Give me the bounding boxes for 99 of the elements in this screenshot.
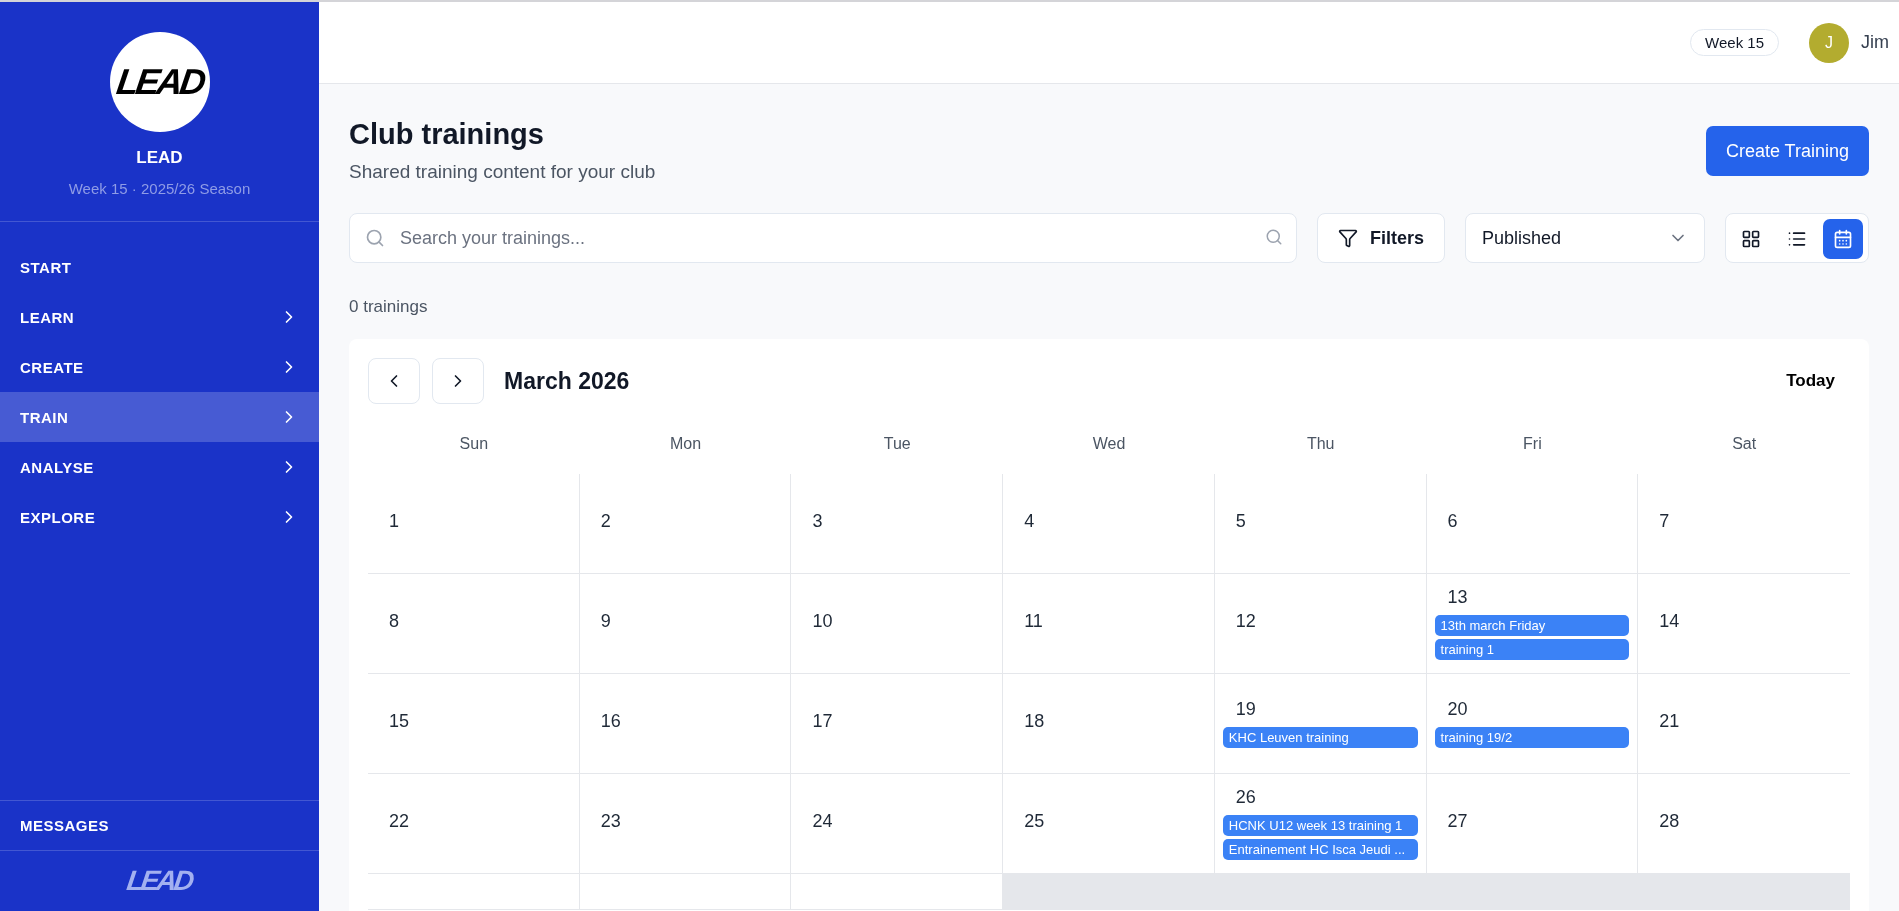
weekday-label: Thu	[1305, 434, 1336, 454]
day-number: 25	[1023, 811, 1046, 832]
calendar-cell[interactable]	[791, 874, 1004, 910]
month-title: March 2026	[504, 367, 631, 395]
calendar-cell[interactable]: 20 training 19/2	[1426, 674, 1639, 774]
day-number: 17	[811, 711, 834, 732]
list-icon	[1787, 229, 1807, 249]
day-number: 28	[1658, 811, 1681, 832]
calendar-cell[interactable]	[1638, 874, 1850, 910]
day-number: 5	[1234, 511, 1247, 532]
calendar-cell[interactable]	[368, 874, 580, 910]
today-button[interactable]: Today	[1771, 371, 1850, 391]
grid-icon	[1741, 229, 1761, 249]
nav-item[interactable]: EXPLORE	[0, 492, 319, 542]
weekday-label: Mon	[669, 434, 703, 454]
weekday-label: Fri	[1522, 434, 1543, 454]
page-subtitle: Shared training content for your club	[349, 161, 656, 183]
day-number: 21	[1658, 711, 1681, 732]
training-event[interactable]: 13th march Friday	[1434, 615, 1630, 636]
nav-item[interactable]: CREATE	[0, 342, 319, 392]
page-title: Club trainings	[349, 118, 545, 151]
day-number: 10	[811, 611, 834, 632]
day-number: 18	[1023, 711, 1046, 732]
calendar-cell[interactable]	[579, 874, 792, 910]
day-number: 1	[388, 511, 400, 532]
previous-month-button[interactable]	[368, 358, 420, 404]
day-number: 23	[599, 811, 622, 832]
calendar-cell[interactable]: 17	[791, 674, 1004, 774]
next-month-button[interactable]	[432, 358, 484, 404]
calendar-cell[interactable]	[1003, 874, 1215, 910]
calendar-cell[interactable]: 27	[1426, 774, 1639, 874]
training-event[interactable]: Entrainement HC Isca Jeudi ...	[1222, 839, 1418, 860]
day-number: 14	[1658, 611, 1681, 632]
calendar-icon	[1833, 229, 1853, 249]
calendar-cell[interactable]: 10	[791, 574, 1004, 674]
nav-item[interactable]: START	[0, 242, 319, 292]
day-number: 26	[1234, 787, 1257, 808]
calendar-cell[interactable]: 19 KHC Leuven training	[1214, 674, 1427, 774]
day-number: 27	[1446, 811, 1469, 832]
day-number: 2	[599, 511, 612, 532]
filters-button[interactable]: Filters	[1316, 213, 1445, 263]
calendar-cell[interactable]: 12	[1214, 574, 1427, 674]
search-field[interactable]: Search your trainings...	[349, 213, 1297, 263]
training-event[interactable]: KHC Leuven training	[1222, 727, 1418, 748]
calendar-cell[interactable]: 6	[1426, 474, 1639, 574]
calendar-cell[interactable]: 3	[791, 474, 1004, 574]
day-number: 6	[1446, 511, 1459, 532]
day-number: 11	[1023, 611, 1044, 632]
day-number: 3	[811, 511, 824, 532]
club-name: LEAD	[136, 148, 183, 168]
calendar-cell[interactable]: 8	[368, 574, 580, 674]
season-label: Week 15 · 2025/26 Season	[68, 180, 251, 197]
calendar-cell[interactable]: 9	[579, 574, 792, 674]
search-icon	[1264, 228, 1283, 246]
search-icon	[365, 228, 385, 248]
day-number: 22	[388, 811, 411, 832]
training-event[interactable]: HCNK U12 week 13 training 1	[1222, 815, 1418, 836]
day-number: 13	[1446, 587, 1469, 608]
day-number: 7	[1658, 511, 1671, 532]
training-event[interactable]: training 1	[1434, 639, 1630, 660]
calendar-cell[interactable]: 26 HCNK U12 week 13 training 1 Entrainement HC Isca Jeudi ...	[1214, 774, 1427, 874]
calendar-cell[interactable]: 1	[368, 474, 580, 574]
day-number: 24	[811, 811, 834, 832]
user-name: Jim	[1861, 32, 1889, 53]
calendar-cell[interactable]: 24	[791, 774, 1004, 874]
weekday-label: Sat	[1731, 434, 1758, 454]
calendar-cell[interactable]: 23	[579, 774, 792, 874]
calendar-cell[interactable]: 13 13th march Friday training 1	[1426, 574, 1639, 674]
footer-logo: LEAD	[125, 867, 194, 895]
day-number: 12	[1234, 611, 1257, 632]
calendar-cell[interactable]: 11	[1003, 574, 1215, 674]
calendar-cell[interactable]: 22	[368, 774, 580, 874]
calendar-cell[interactable]: 25	[1003, 774, 1215, 874]
calendar-cell[interactable]: 2	[579, 474, 792, 574]
create-training-button[interactable]: Create Training	[1705, 126, 1869, 176]
calendar-cell[interactable]: 4	[1003, 474, 1215, 574]
status-select[interactable]: Published	[1465, 213, 1705, 263]
nav-item[interactable]: LEARN	[0, 292, 319, 342]
filter-icon	[1337, 228, 1358, 248]
calendar-cell[interactable]: 18	[1003, 674, 1215, 774]
weekday-label: Wed	[1091, 434, 1127, 454]
weekday-label: Tue	[882, 434, 912, 454]
day-number: 19	[1234, 699, 1257, 720]
training-count: 0 trainings	[349, 297, 429, 317]
calendar-cell[interactable]: 16	[579, 674, 792, 774]
day-number: 9	[599, 611, 612, 632]
weekday-label: Sun	[458, 434, 490, 454]
logo: LEAD	[109, 32, 210, 132]
day-number: 20	[1446, 699, 1469, 720]
day-number: 15	[388, 711, 411, 732]
training-event[interactable]: training 19/2	[1434, 727, 1630, 748]
nav-item[interactable]: MESSAGES	[0, 800, 319, 851]
calendar-cell[interactable]: 5	[1214, 474, 1427, 574]
nav-item[interactable]: TRAIN	[0, 392, 319, 442]
day-number: 8	[388, 611, 400, 632]
calendar-cell[interactable]: 15	[368, 674, 580, 774]
nav-item[interactable]: ANALYSE	[0, 442, 319, 492]
day-number: 16	[599, 711, 622, 732]
day-number: 4	[1023, 511, 1036, 532]
